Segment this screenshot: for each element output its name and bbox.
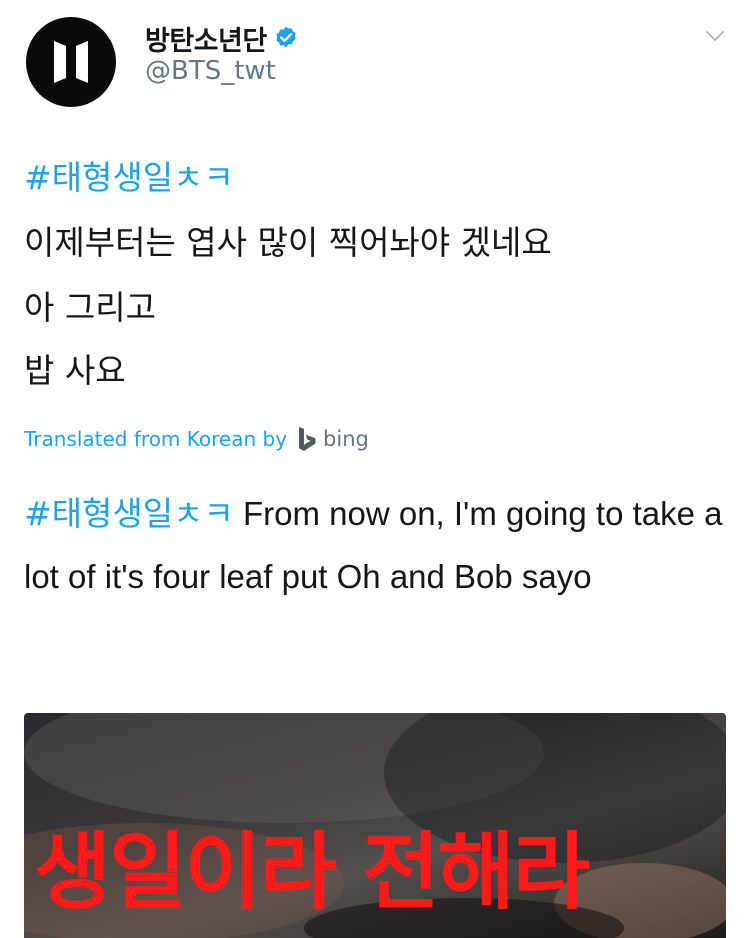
tweet-text-line: 이제부터는 엽사 많이 찍어놔야 겠네요 [24, 223, 552, 262]
media-overlay-text: 생일이라 전해라 [34, 823, 590, 921]
author-name-row[interactable]: 방탄소년단 [145, 19, 299, 58]
translation-attribution[interactable]: Translated from Korean by bing [24, 424, 369, 454]
avatar[interactable] [26, 17, 116, 107]
tweet-text-line: 밥 사요 [24, 351, 126, 390]
display-name[interactable]: 방탄소년단 [145, 19, 267, 58]
verified-badge-icon [276, 26, 296, 48]
author-handle[interactable]: @BTS_twt [145, 56, 276, 86]
chevron-down-icon[interactable] [703, 24, 727, 48]
tweet-card: 방탄소년단 @BTS_twt #태형생일ㅊㅋ 이제부터는 엽사 많이 찍어놔야 … [0, 0, 749, 938]
translated-text: #태형생일ㅊㅋ From now on, I'm going to take a… [24, 482, 724, 608]
bing-logo-icon [299, 427, 316, 451]
tweet-media-image[interactable]: 생일이라 전해라 [24, 713, 726, 938]
translated-label[interactable]: Translated from Korean by [24, 427, 287, 451]
bing-wordmark: bing [323, 427, 369, 451]
tweet-text-line: 아 그리고 [24, 288, 156, 327]
hashtag-link[interactable]: #태형생일ㅊㅋ [24, 494, 234, 533]
hashtag-link[interactable]: #태형생일ㅊㅋ [24, 151, 234, 199]
bts-logo-icon [54, 41, 88, 83]
